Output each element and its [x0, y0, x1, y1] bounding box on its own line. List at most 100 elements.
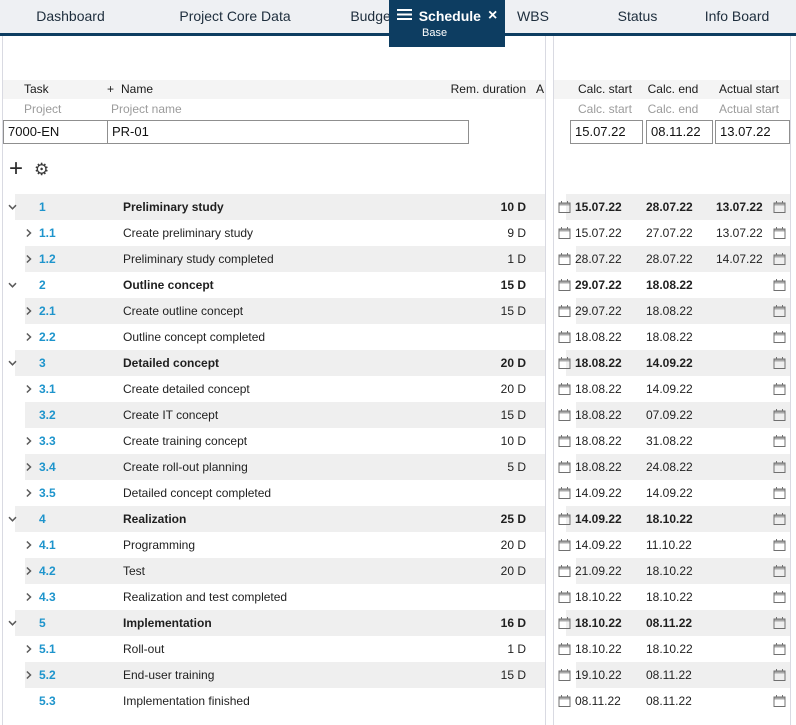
task-row[interactable]: 3.2 Create IT concept 15 D [3, 402, 545, 428]
task-dates-row[interactable]: 19.10.22 08.11.22 [554, 662, 790, 688]
task-dates-row[interactable]: 18.08.22 14.09.22 [554, 350, 790, 376]
calendar-icon[interactable] [558, 435, 571, 448]
task-dates-row[interactable]: 18.10.22 08.11.22 [554, 610, 790, 636]
expand-icon[interactable] [24, 228, 33, 238]
task-dates-row[interactable]: 14.09.22 11.10.22 [554, 532, 790, 558]
task-row[interactable]: 2.1 Create outline concept 15 D [3, 298, 545, 324]
calendar-icon[interactable] [773, 565, 786, 578]
column-header-name[interactable]: Name [121, 80, 153, 99]
task-row[interactable]: 3 Detailed concept 20 D [3, 350, 545, 376]
expand-icon[interactable] [24, 540, 33, 550]
task-dates-row[interactable]: 21.09.22 18.10.22 [554, 558, 790, 584]
task-dates-row[interactable]: 18.08.22 18.08.22 [554, 324, 790, 350]
calendar-icon[interactable] [558, 331, 571, 344]
column-header-calc-start[interactable]: Calc. start [575, 80, 635, 99]
expand-icon[interactable] [24, 566, 33, 576]
menu-icon[interactable] [396, 7, 412, 25]
task-row[interactable]: 4 Realization 25 D [3, 506, 545, 532]
calendar-icon[interactable] [773, 539, 786, 552]
task-dates-row[interactable]: 28.07.22 28.07.22 14.07.22 [554, 246, 790, 272]
task-row[interactable]: 4.2 Test 20 D [3, 558, 545, 584]
task-dates-row[interactable]: 18.10.22 18.10.22 [554, 584, 790, 610]
calendar-icon[interactable] [558, 201, 571, 214]
task-dates-row[interactable]: 18.08.22 07.09.22 [554, 402, 790, 428]
calendar-icon[interactable] [558, 513, 571, 526]
tab-schedule[interactable]: Schedule × Base [389, 0, 505, 47]
expand-icon[interactable] [24, 644, 33, 654]
calendar-icon[interactable] [558, 539, 571, 552]
task-dates-row[interactable]: 15.07.22 28.07.22 13.07.22 [554, 194, 790, 220]
tab-status[interactable]: Status [600, 0, 675, 33]
add-column-icon[interactable]: + [107, 80, 114, 99]
tab-info-board[interactable]: Info Board [692, 0, 782, 33]
task-dates-row[interactable]: 18.08.22 31.08.22 [554, 428, 790, 454]
task-row[interactable]: 1.1 Create preliminary study 9 D [3, 220, 545, 246]
calendar-icon[interactable] [773, 331, 786, 344]
calendar-icon[interactable] [558, 357, 571, 370]
settings-gear-icon[interactable]: ⚙ [34, 161, 49, 178]
tab-project-core-data[interactable]: Project Core Data [160, 0, 310, 33]
task-row[interactable]: 5.3 Implementation finished [3, 688, 545, 714]
expand-icon[interactable] [24, 488, 33, 498]
calendar-icon[interactable] [773, 513, 786, 526]
calendar-icon[interactable] [773, 435, 786, 448]
calendar-icon[interactable] [558, 669, 571, 682]
task-dates-row[interactable]: 29.07.22 18.08.22 [554, 272, 790, 298]
calendar-icon[interactable] [558, 409, 571, 422]
calendar-icon[interactable] [773, 253, 786, 266]
collapse-icon[interactable] [8, 515, 17, 524]
calendar-icon[interactable] [773, 409, 786, 422]
task-row[interactable]: 3.3 Create training concept 10 D [3, 428, 545, 454]
calendar-icon[interactable] [558, 565, 571, 578]
calendar-icon[interactable] [773, 617, 786, 630]
task-row[interactable]: 3.5 Detailed concept completed [3, 480, 545, 506]
calendar-icon[interactable] [558, 305, 571, 318]
calendar-icon[interactable] [773, 487, 786, 500]
column-header-actual-start[interactable]: Actual start [714, 80, 784, 99]
project-id-field[interactable]: 7000-EN [4, 121, 108, 143]
calendar-icon[interactable] [773, 461, 786, 474]
task-dates-row[interactable]: 08.11.22 08.11.22 [554, 688, 790, 714]
task-row[interactable]: 5.1 Roll-out 1 D [3, 636, 545, 662]
calendar-icon[interactable] [558, 279, 571, 292]
project-name-field[interactable]: PR-01 [108, 121, 468, 143]
task-row[interactable]: 1 Preliminary study 10 D [3, 194, 545, 220]
collapse-icon[interactable] [8, 359, 17, 368]
task-dates-row[interactable]: 29.07.22 18.08.22 [554, 298, 790, 324]
column-header-task[interactable]: Task [24, 80, 49, 99]
expand-icon[interactable] [24, 670, 33, 680]
calendar-icon[interactable] [773, 643, 786, 656]
expand-icon[interactable] [24, 462, 33, 472]
column-header-rem-duration[interactable]: Rem. duration [451, 80, 526, 99]
calendar-icon[interactable] [558, 617, 571, 630]
calendar-icon[interactable] [558, 487, 571, 500]
task-row[interactable]: 3.4 Create roll-out planning 5 D [3, 454, 545, 480]
expand-icon[interactable] [24, 306, 33, 316]
add-task-icon[interactable]: + [9, 157, 23, 181]
task-row[interactable]: 1.2 Preliminary study completed 1 D [3, 246, 545, 272]
column-header-a[interactable]: A [536, 80, 544, 99]
calendar-icon[interactable] [558, 695, 571, 708]
calendar-icon[interactable] [773, 279, 786, 292]
close-tab-icon[interactable]: × [488, 8, 497, 24]
expand-icon[interactable] [24, 592, 33, 602]
task-dates-row[interactable]: 18.08.22 24.08.22 [554, 454, 790, 480]
tab-dashboard[interactable]: Dashboard [18, 0, 123, 33]
task-row[interactable]: 4.3 Realization and test completed [3, 584, 545, 610]
calendar-icon[interactable] [558, 591, 571, 604]
task-row[interactable]: 2 Outline concept 15 D [3, 272, 545, 298]
calendar-icon[interactable] [558, 227, 571, 240]
calendar-icon[interactable] [773, 201, 786, 214]
project-actual-start-field[interactable]: 13.07.22 [715, 120, 790, 144]
calendar-icon[interactable] [558, 643, 571, 656]
column-header-calc-end[interactable]: Calc. end [646, 80, 700, 99]
task-row[interactable]: 2.2 Outline concept completed [3, 324, 545, 350]
calendar-icon[interactable] [773, 227, 786, 240]
expand-icon[interactable] [24, 384, 33, 394]
expand-icon[interactable] [24, 436, 33, 446]
calendar-icon[interactable] [558, 461, 571, 474]
calendar-icon[interactable] [558, 383, 571, 396]
task-dates-row[interactable]: 18.08.22 14.09.22 [554, 376, 790, 402]
task-row[interactable]: 4.1 Programming 20 D [3, 532, 545, 558]
expand-icon[interactable] [24, 254, 33, 264]
